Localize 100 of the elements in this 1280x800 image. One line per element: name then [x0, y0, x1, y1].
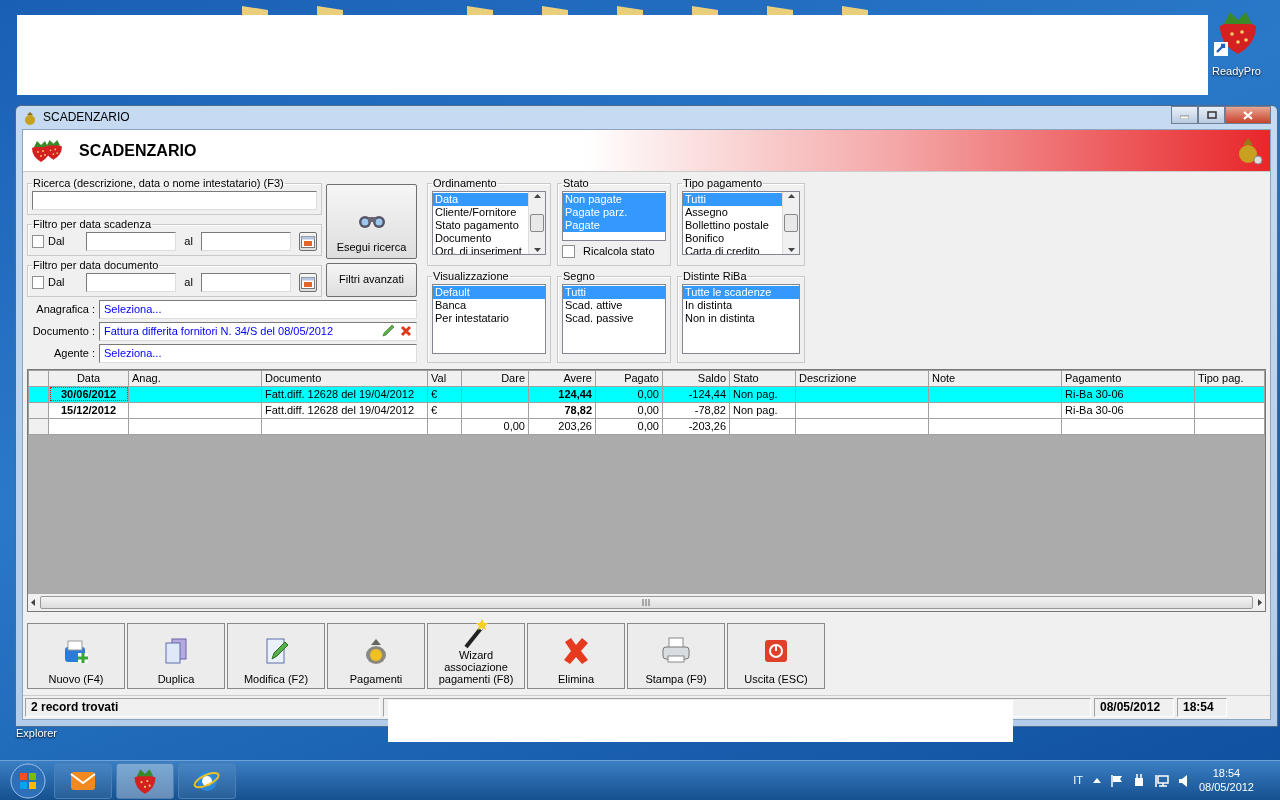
column-header[interactable]: Documento — [261, 370, 428, 387]
toolbar-button[interactable]: Duplica — [127, 623, 225, 690]
scroll-up-icon — [533, 193, 541, 198]
page-heading: SCADENZARIO — [79, 140, 197, 160]
field-label: Anagrafica : — [35, 302, 95, 316]
column-header[interactable]: Data — [48, 370, 129, 387]
selector-field[interactable]: Fattura differita fornitori N. 34/S del 08/05/2012 — [99, 321, 417, 341]
selector-field[interactable]: Seleziona... — [99, 343, 417, 363]
toolbar-button[interactable]: Pagamenti — [327, 623, 425, 690]
status-date: 08/05/2012 — [1094, 698, 1174, 717]
column-header[interactable]: Dare — [461, 370, 529, 387]
group-label: Stato — [562, 177, 590, 189]
list-item[interactable]: Scad. attive — [563, 299, 665, 313]
group-label: Visualizzazione — [432, 271, 510, 283]
list-item[interactable]: Documento — [433, 231, 528, 245]
close-icon — [1243, 110, 1253, 120]
show-hidden-icon[interactable] — [1092, 778, 1101, 783]
list-item[interactable]: Scad. passive — [563, 312, 665, 326]
scroll-left-icon — [28, 599, 38, 607]
group-label: Filtro per data documento — [32, 259, 160, 271]
advanced-filters-button[interactable]: Filtri avanzati — [326, 262, 417, 297]
network-icon[interactable] — [1154, 774, 1169, 787]
list-item[interactable]: Banca — [433, 299, 545, 313]
column-header[interactable]: Stato — [729, 370, 796, 387]
date-field[interactable] — [86, 272, 177, 292]
list-item[interactable]: Bollettino postale — [683, 218, 782, 232]
horizontal-scrollbar[interactable] — [28, 594, 1265, 612]
maximize-button[interactable] — [1198, 106, 1225, 124]
field-label: Agente : — [53, 346, 95, 360]
checkbox-label: Ricalcola stato — [583, 244, 655, 259]
speaker-icon[interactable] — [1178, 774, 1189, 787]
taskbar-button[interactable] — [178, 762, 236, 799]
row-selector[interactable] — [28, 370, 49, 387]
toolbar-button[interactable]: Elimina — [527, 623, 625, 690]
calendar-icon — [300, 234, 315, 248]
column-header[interactable]: Pagamento — [1061, 370, 1195, 387]
field-label: al — [183, 234, 194, 248]
field-label: al — [183, 275, 194, 289]
field-label: Dal — [47, 234, 66, 248]
clock[interactable]: 18:54 08/05/2012 — [1198, 767, 1254, 794]
list-item[interactable]: In distinta — [683, 299, 799, 313]
group-label: Distinte RiBa — [682, 271, 748, 283]
vertical-scrollbar[interactable] — [782, 191, 799, 254]
close-button[interactable] — [1225, 106, 1271, 124]
desktop-icon-label[interactable]: ReadyPro — [1212, 65, 1261, 79]
calendar-button[interactable] — [298, 272, 317, 292]
flag-icon[interactable] — [1110, 774, 1123, 787]
maximize-icon — [1206, 111, 1217, 119]
window-title: SCADENZARIO — [43, 110, 130, 125]
column-header[interactable]: Saldo — [662, 370, 730, 387]
toolbar-button[interactable]: Nuovo (F4) — [27, 623, 125, 690]
checkbox[interactable] — [562, 244, 575, 258]
group-label: Segno — [562, 271, 596, 283]
selector-field[interactable]: Seleziona... — [99, 299, 417, 319]
column-header[interactable]: Anag. — [128, 370, 262, 387]
date-field[interactable] — [86, 231, 177, 251]
toolbar-button[interactable]: Modifica (F2) — [227, 623, 325, 690]
checkbox[interactable] — [32, 275, 44, 289]
delete-icon[interactable] — [400, 325, 412, 338]
group-label: Ordinamento — [432, 177, 498, 189]
list-item[interactable]: Cliente/Fornitore — [433, 205, 528, 219]
column-header[interactable]: Note — [928, 370, 1062, 387]
status-message: 2 record trovati — [25, 698, 380, 717]
list-item[interactable]: Stato pagamento — [433, 218, 528, 232]
money-bag-icon — [22, 109, 38, 126]
date-field[interactable] — [200, 272, 291, 292]
calendar-button[interactable] — [298, 231, 317, 251]
search-field[interactable] — [32, 190, 317, 210]
field-label: Dal — [47, 275, 66, 289]
scroll-right-icon — [1255, 599, 1265, 607]
column-header[interactable]: Avere — [528, 370, 596, 387]
checkbox[interactable] — [32, 234, 44, 248]
search-button[interactable]: Esegui ricerca — [326, 183, 417, 259]
language-indicator[interactable]: IT — [1073, 773, 1083, 788]
desktop-icon-label[interactable]: Explorer — [16, 727, 57, 741]
group-label: Filtro per data scadenza — [32, 218, 152, 230]
field-label: Documento : — [31, 324, 95, 338]
scroll-down-icon — [787, 247, 795, 252]
status-time: 18:54 — [1177, 698, 1227, 717]
column-header[interactable]: Val — [427, 370, 462, 387]
toolbar-button[interactable]: Stampa (F9) — [627, 623, 725, 690]
column-header[interactable]: Tipo pag. — [1194, 370, 1265, 387]
column-header[interactable]: Pagato — [595, 370, 663, 387]
list-item[interactable]: Assegno — [683, 205, 782, 219]
vertical-scrollbar[interactable] — [528, 191, 545, 254]
power-plug-icon[interactable] — [1132, 773, 1145, 788]
list-item[interactable]: Bonifico — [683, 231, 782, 245]
date-field[interactable] — [200, 231, 291, 251]
toolbar-button[interactable]: Uscita (ESC) — [727, 623, 825, 690]
column-header[interactable]: Descrizione — [795, 370, 929, 387]
group-label: Ricerca (descrizione, data o nome intestatario) (F3) — [32, 177, 285, 189]
pencil-icon[interactable] — [381, 324, 395, 339]
list-item[interactable]: Non in distinta — [683, 312, 799, 326]
minimize-button[interactable] — [1171, 106, 1198, 124]
list-item[interactable]: Per intestatario — [433, 312, 545, 326]
grip-icon — [642, 599, 651, 607]
taskbar-button[interactable] — [54, 762, 112, 799]
scroll-down-icon — [533, 247, 541, 252]
calendar-icon — [300, 275, 315, 289]
group-label: Tipo pagamento — [682, 177, 764, 189]
